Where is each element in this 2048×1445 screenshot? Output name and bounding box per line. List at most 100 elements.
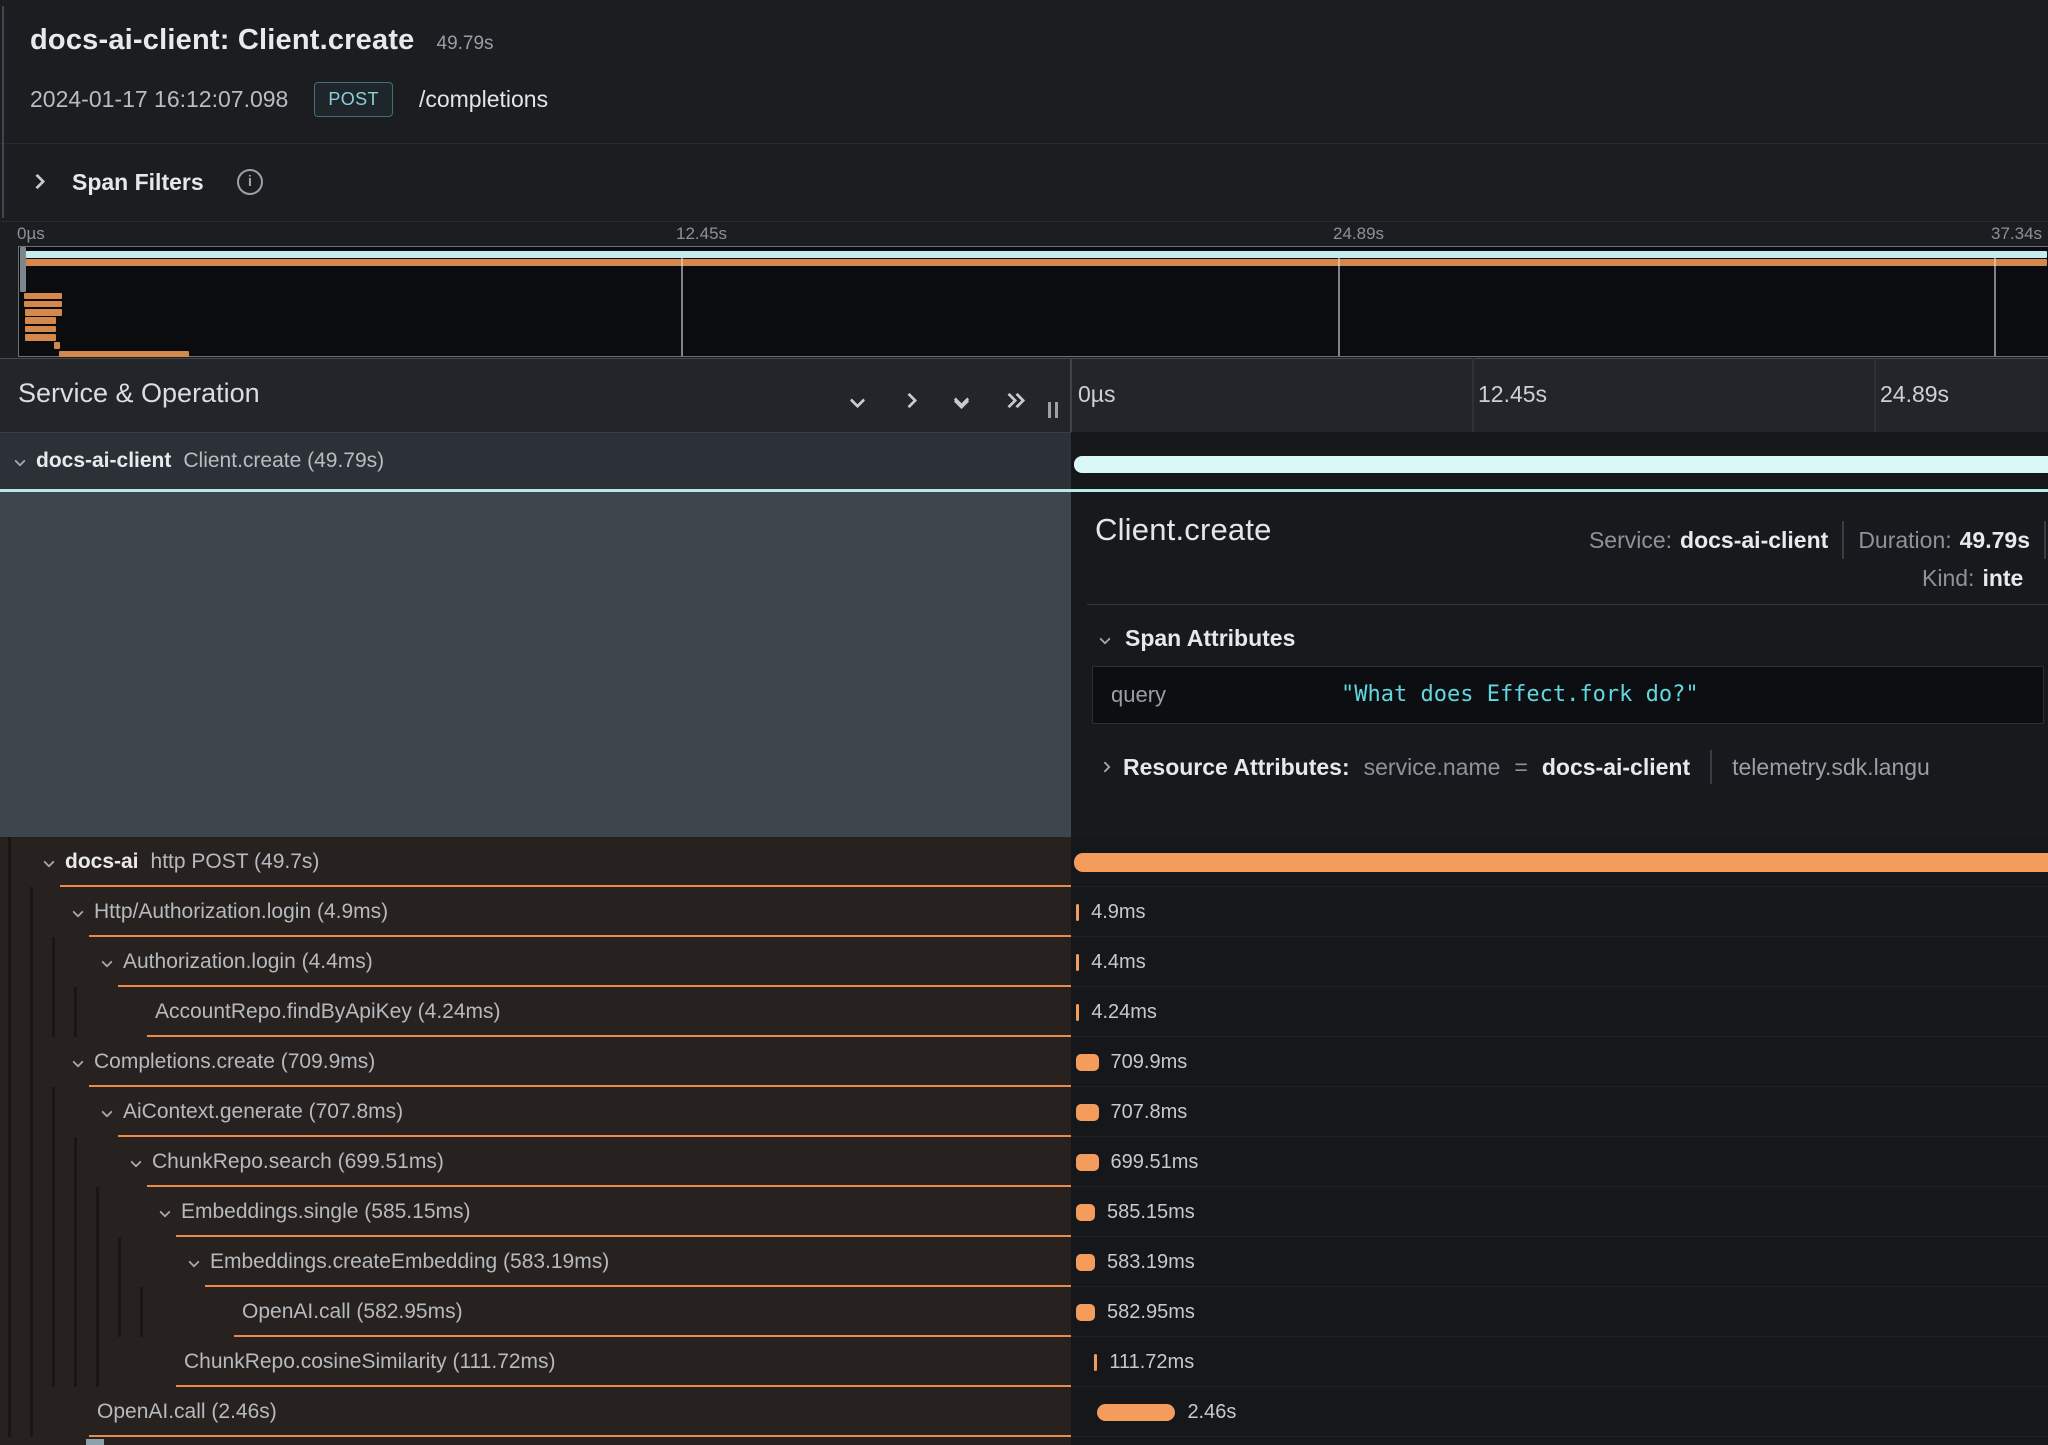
indent-guide-line (8, 987, 11, 1037)
minimap-gridline (1338, 257, 1340, 356)
span-duration-bar[interactable] (1076, 954, 1080, 971)
minimap-drag-handle[interactable] (20, 247, 26, 292)
indent-guide-line (8, 1387, 11, 1437)
indent-guide-line (118, 1237, 121, 1287)
span-duration-bar[interactable] (1076, 1004, 1080, 1021)
span-timeline-row[interactable]: 585.15ms (1071, 1187, 2048, 1237)
span-tree-row[interactable]: Embeddings.createEmbedding (583.19ms) (0, 1237, 1071, 1287)
span-filters-section[interactable]: Span Filters i (0, 145, 2048, 222)
span-duration-label: 4.9ms (1091, 887, 1145, 937)
span-timeline-row[interactable]: 4.9ms (1071, 887, 2048, 937)
collapse-chevron-icon[interactable] (101, 1106, 112, 1117)
span-detail-panel: Client.create Service: docs-ai-client Du… (1071, 492, 2048, 837)
column-resize-handle[interactable] (1048, 402, 1058, 418)
collapse-chevron-icon[interactable] (14, 455, 25, 466)
span-operation-label: Http/Authorization.login (4.9ms) (94, 900, 388, 924)
indent-guide-line (8, 1337, 11, 1387)
span-duration-label: 4.24ms (1091, 987, 1157, 1037)
span-duration-bar[interactable] (1076, 904, 1080, 921)
span-duration-label: 709.9ms (1111, 1037, 1188, 1087)
span-tree-row-root[interactable]: docs-ai-clientClient.create (49.79s) (0, 432, 1071, 489)
indent-guide-line (52, 1287, 55, 1337)
span-tree-row[interactable]: Authorization.login (4.4ms) (0, 937, 1071, 987)
resource-attr-value: docs-ai-client (1542, 754, 1690, 781)
span-tree-row[interactable]: OpenAI.call (582.95ms) (0, 1287, 1071, 1337)
span-duration-bar[interactable] (1076, 1304, 1095, 1321)
indent-guide-line (96, 1237, 99, 1287)
span-duration-bar[interactable] (1076, 1154, 1098, 1171)
chevron-right-icon[interactable] (30, 174, 46, 190)
indent-guide-line (118, 1287, 121, 1337)
collapse-chevron-icon[interactable] (159, 1206, 170, 1217)
span-tree-row[interactable]: AccountRepo.findByApiKey (4.24ms) (0, 987, 1071, 1037)
span-tree-row[interactable]: docs-aihttp POST (49.7s) (0, 837, 1071, 887)
span-timeline-row[interactable]: 2.46s (1071, 1387, 2048, 1437)
span-timeline-row-root[interactable] (1071, 432, 2048, 489)
collapse-chevron-icon[interactable] (43, 856, 54, 867)
resource-attributes-toggle[interactable]: Resource Attributes: service.name = docs… (1101, 750, 1930, 784)
span-filters-label: Span Filters (72, 169, 204, 196)
span-timeline-row[interactable]: 4.4ms (1071, 937, 2048, 987)
attribute-key: query (1111, 667, 1166, 723)
indent-guide-line (74, 1287, 77, 1337)
resource-attributes-title: Resource Attributes: (1123, 754, 1350, 781)
info-icon[interactable]: i (237, 169, 263, 195)
span-duration-bar[interactable] (1076, 1254, 1095, 1271)
span-timeline-row[interactable]: 4.24ms (1071, 987, 2048, 1037)
expand-all-icon[interactable] (996, 385, 1030, 415)
left-edge-line (2, 6, 4, 218)
minimap[interactable] (18, 246, 2048, 357)
span-tree-row[interactable]: Embeddings.single (585.15ms) (0, 1187, 1071, 1237)
span-duration-bar[interactable] (1074, 853, 2048, 872)
partial-next-row-timeline (1071, 1437, 2048, 1445)
span-duration-bar[interactable] (1076, 1054, 1099, 1071)
page-title: docs-ai-client: Client.create (30, 24, 415, 57)
collapse-chevron-icon[interactable] (188, 1256, 199, 1267)
expand-one-icon[interactable] (892, 385, 926, 415)
span-tree-row[interactable]: Completions.create (709.9ms) (0, 1037, 1071, 1087)
service-label: Service: (1589, 527, 1672, 554)
span-duration-bar[interactable] (1076, 1104, 1099, 1121)
span-tree-row[interactable]: AiContext.generate (707.8ms) (0, 1087, 1071, 1137)
collapse-chevron-icon[interactable] (130, 1156, 141, 1167)
resource-attr-key: service.name (1364, 754, 1501, 781)
span-tree-row[interactable]: ChunkRepo.cosineSimilarity (111.72ms) (0, 1337, 1071, 1387)
collapse-one-icon[interactable] (840, 385, 874, 415)
span-tree-row[interactable]: OpenAI.call (2.46s) (0, 1387, 1071, 1437)
indent-guide-line (8, 887, 11, 937)
detail-span-title: Client.create (1095, 512, 1272, 548)
span-timeline-row[interactable]: 707.8ms (1071, 1087, 2048, 1137)
minimap-span-bar (25, 317, 56, 324)
span-duration-bar[interactable] (1074, 456, 2048, 473)
collapse-chevron-icon[interactable] (72, 1056, 83, 1067)
indent-guide-line (52, 1137, 55, 1187)
indent-guide-line (74, 1137, 77, 1187)
span-attributes-toggle[interactable]: Span Attributes (1101, 625, 1295, 652)
indent-guide-line (30, 1337, 33, 1387)
minimap-tick-label: 0µs (17, 224, 45, 244)
span-operation-label: Embeddings.single (585.15ms) (181, 1200, 471, 1224)
span-duration-bar[interactable] (1076, 1204, 1095, 1221)
span-timeline-row[interactable]: 582.95ms (1071, 1287, 2048, 1337)
indent-guide-line (30, 1187, 33, 1237)
span-duration-bar[interactable] (1097, 1404, 1175, 1421)
trace-timestamp: 2024-01-17 16:12:07.098 (30, 86, 288, 113)
span-tree-row[interactable]: ChunkRepo.search (699.51ms) (0, 1137, 1071, 1187)
meta-separator (2044, 521, 2046, 559)
minimap-span-bar (25, 309, 62, 316)
indent-guide-line (8, 1187, 11, 1237)
span-timeline-row[interactable]: 583.19ms (1071, 1237, 2048, 1287)
timeline-tick-label: 0µs (1078, 381, 1116, 408)
span-timeline-row[interactable]: 699.51ms (1071, 1137, 2048, 1187)
span-timeline-row[interactable] (1071, 837, 2048, 887)
span-timeline-row[interactable]: 709.9ms (1071, 1037, 2048, 1087)
span-timeline-row[interactable]: 111.72ms (1071, 1337, 2048, 1387)
collapse-chevron-icon[interactable] (72, 906, 83, 917)
indent-guide-line (74, 987, 77, 1037)
collapse-chevron-icon[interactable] (101, 956, 112, 967)
span-operation-label: ChunkRepo.search (699.51ms) (152, 1150, 444, 1174)
span-duration-bar[interactable] (1094, 1354, 1098, 1371)
collapse-all-icon[interactable] (944, 385, 978, 415)
span-tree-row[interactable]: Http/Authorization.login (4.9ms) (0, 887, 1071, 937)
indent-guide-line (8, 837, 11, 887)
